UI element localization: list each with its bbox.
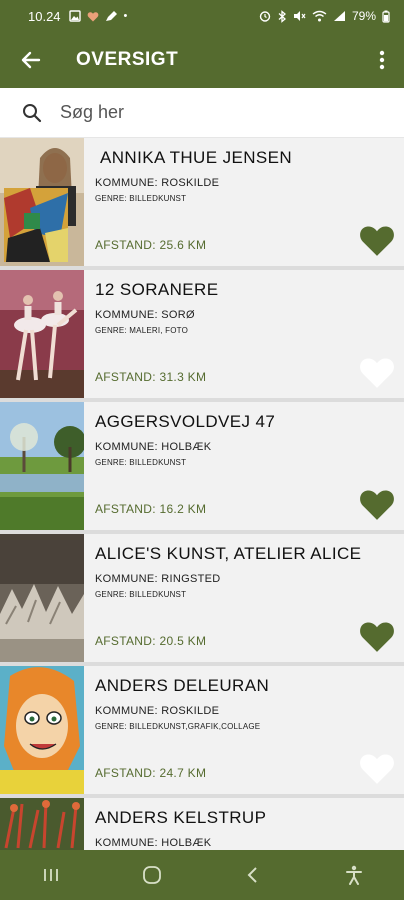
artist-name: 12 SORANERE xyxy=(95,280,219,299)
list-item[interactable]: ANDERS KELSTRUP KOMMUNE: HOLBÆK xyxy=(0,798,404,850)
system-back-button[interactable] xyxy=(231,853,275,897)
heart-status-icon xyxy=(87,11,98,21)
favorite-toggle[interactable] xyxy=(358,354,396,390)
overflow-menu-button[interactable] xyxy=(360,32,404,88)
list-item[interactable]: ANDERS DELEURAN KOMMUNE: ROSKILDE GENRE:… xyxy=(0,666,404,794)
status-time: 10.24 xyxy=(28,8,61,24)
artist-thumbnail xyxy=(0,270,84,398)
app-bar: OVERSIGT xyxy=(0,32,404,88)
artist-thumbnail xyxy=(0,402,84,530)
favorite-toggle[interactable] xyxy=(358,618,396,654)
artist-kommune: KOMMUNE: ROSKILDE xyxy=(95,177,220,189)
artist-genre: GENRE: BILLEDKUNST xyxy=(95,194,187,203)
search-icon xyxy=(22,102,44,124)
favorite-toggle[interactable] xyxy=(358,750,396,786)
system-icons: 79% xyxy=(259,9,390,23)
artist-thumbnail xyxy=(0,666,84,794)
artist-name: ANDERS KELSTRUP xyxy=(95,808,267,827)
bluetooth-icon xyxy=(278,9,286,23)
artist-kommune: KOMMUNE: RINGSTED xyxy=(95,573,221,585)
artist-kommune: KOMMUNE: HOLBÆK xyxy=(95,441,212,453)
artist-thumbnail xyxy=(0,798,84,850)
signal-icon xyxy=(333,11,345,21)
artist-genre: GENRE: BILLEDKUNST xyxy=(95,458,187,467)
accessibility-icon xyxy=(345,865,362,885)
list-item[interactable]: AGGERSVOLDVEJ 47 KOMMUNE: HOLBÆK GENRE: … xyxy=(0,402,404,530)
artist-distance: AFSTAND: 20.5 KM xyxy=(95,634,207,648)
artist-distance: AFSTAND: 16.2 KM xyxy=(95,502,207,516)
battery-percent: 79% xyxy=(351,9,376,23)
system-nav-bar xyxy=(0,850,404,900)
home-icon xyxy=(142,866,161,884)
heart-outline-icon xyxy=(360,358,394,388)
artist-genre: GENRE: BILLEDKUNST xyxy=(95,590,187,599)
more-vert-icon xyxy=(379,50,385,70)
artist-genre: GENRE: MALERI, FOTO xyxy=(95,326,188,335)
artist-genre: GENRE: BILLEDKUNST,GRAFIK,COLLAGE xyxy=(95,722,261,731)
wifi-icon xyxy=(312,10,327,22)
accessibility-button[interactable] xyxy=(332,853,376,897)
gallery-icon xyxy=(68,10,81,22)
back-button[interactable] xyxy=(0,32,62,88)
heart-outline-icon xyxy=(360,754,394,784)
page-title: OVERSIGT xyxy=(76,49,179,70)
favorite-toggle[interactable] xyxy=(358,486,396,522)
artist-kommune: KOMMUNE: ROSKILDE xyxy=(95,705,220,717)
list-item[interactable]: ALICE'S KUNST, ATELIER ALICE KOMMUNE: RI… xyxy=(0,534,404,662)
artist-distance: AFSTAND: 31.3 KM xyxy=(95,370,207,384)
artist-name: AGGERSVOLDVEJ 47 xyxy=(95,412,276,431)
list-item[interactable]: 12 SORANERE KOMMUNE: SORØ GENRE: MALERI,… xyxy=(0,270,404,398)
artist-kommune: KOMMUNE: SORØ xyxy=(95,309,195,321)
search-input[interactable] xyxy=(60,102,360,123)
artist-name: ANDERS DELEURAN xyxy=(95,676,270,695)
battery-icon xyxy=(382,10,390,23)
heart-filled-icon xyxy=(360,226,394,256)
list-item[interactable]: ANNIKA THUE JENSEN KOMMUNE: ROSKILDE GEN… xyxy=(0,138,404,266)
favorite-toggle[interactable] xyxy=(358,222,396,258)
mute-icon xyxy=(293,11,306,21)
recent-apps-icon xyxy=(43,869,58,881)
artist-thumbnail xyxy=(0,138,84,266)
search-bar xyxy=(0,88,404,138)
artist-name: ANNIKA THUE JENSEN xyxy=(100,148,293,167)
chevron-left-icon xyxy=(247,867,257,883)
pen-icon xyxy=(105,11,117,21)
artist-kommune: KOMMUNE: HOLBÆK xyxy=(95,837,212,849)
heart-filled-icon xyxy=(360,622,394,652)
home-button[interactable] xyxy=(130,853,174,897)
heart-filled-icon xyxy=(360,490,394,520)
notification-icons: • xyxy=(68,10,128,22)
alarm-icon xyxy=(259,11,271,22)
recent-apps-button[interactable] xyxy=(29,853,73,897)
artist-distance: AFSTAND: 24.7 KM xyxy=(95,766,207,780)
arrow-left-icon xyxy=(21,51,41,69)
dot-icon: • xyxy=(123,10,128,22)
artist-distance: AFSTAND: 25.6 KM xyxy=(95,238,207,252)
artist-name: ALICE'S KUNST, ATELIER ALICE xyxy=(95,544,362,563)
artist-thumbnail xyxy=(0,534,84,662)
status-bar: 10.24 • 79% xyxy=(0,0,404,32)
artist-list: ANNIKA THUE JENSEN KOMMUNE: ROSKILDE GEN… xyxy=(0,138,404,850)
